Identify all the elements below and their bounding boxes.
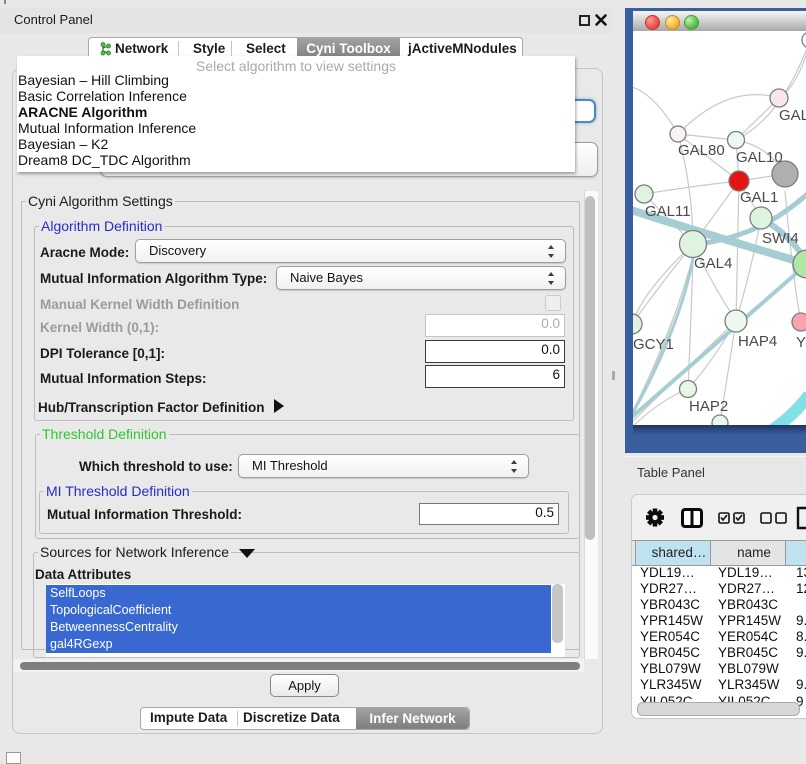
svg-text:SWI4: SWI4 — [762, 230, 799, 247]
svg-text:Y: Y — [796, 334, 806, 351]
svg-text:HAP4: HAP4 — [738, 333, 777, 350]
svg-text:GAL7: GAL7 — [779, 107, 806, 124]
svg-text:GAL4: GAL4 — [694, 255, 732, 272]
svg-text:GAL80: GAL80 — [678, 142, 725, 159]
svg-text:GAL1: GAL1 — [740, 189, 778, 206]
svg-text:GAL11: GAL11 — [645, 203, 691, 220]
svg-text:HAP2: HAP2 — [689, 398, 728, 415]
svg-text:GCY1: GCY1 — [633, 336, 674, 353]
svg-text:GAL10: GAL10 — [736, 149, 783, 166]
